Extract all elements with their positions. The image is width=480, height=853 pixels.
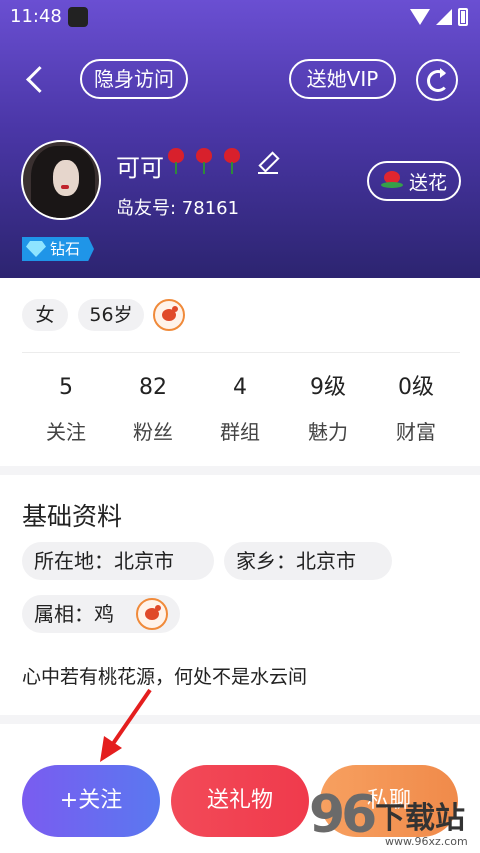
flower-icon (380, 171, 405, 191)
stat-label: 关注 (46, 420, 86, 444)
hometown-chip: 家乡：北京市 (224, 542, 392, 580)
watermark: 96 下载站 www.96xz.com (305, 785, 480, 853)
signal-icon (436, 9, 452, 25)
rose-icon (194, 148, 214, 174)
follow-button[interactable]: +关注 (22, 765, 160, 837)
app-notification-icon (68, 7, 88, 27)
battery-icon (458, 8, 468, 26)
user-id: 岛友号: 78161 (116, 198, 240, 219)
stat-value: 0级 (398, 375, 434, 400)
stat-fans[interactable]: 82 粉丝 (109, 372, 197, 445)
send-flower-label: 送花 (408, 171, 447, 194)
divider (22, 352, 460, 353)
edit-icon[interactable] (258, 152, 278, 174)
stat-charm[interactable]: 9级 魅力 (284, 372, 372, 445)
rooster-icon (153, 299, 185, 331)
back-button[interactable] (22, 62, 52, 98)
location-chip: 所在地：北京市 (22, 542, 214, 580)
section-title: 基础资料 (22, 502, 123, 531)
refresh-icon[interactable] (416, 59, 458, 101)
stat-label: 粉丝 (133, 420, 173, 444)
stat-wealth[interactable]: 0级 财富 (372, 372, 460, 445)
age-tag: 56岁 (78, 299, 144, 331)
status-bar: 11:48 (0, 0, 480, 34)
stat-following[interactable]: 5 关注 (22, 372, 110, 445)
watermark-digits: 96 (309, 785, 377, 845)
send-gift-button[interactable]: 送礼物 (171, 765, 309, 837)
profile-header (0, 0, 480, 278)
stat-label: 魅力 (308, 420, 348, 444)
stat-value: 82 (139, 375, 167, 400)
stat-value: 5 (59, 375, 73, 400)
signature: 心中若有桃花源，何处不是水云间 (22, 666, 308, 688)
watermark-url: www.96xz.com (385, 835, 468, 848)
level-badge: 钻石 (22, 237, 94, 261)
stat-label: 群组 (220, 420, 260, 444)
stat-value: 9级 (310, 375, 346, 400)
rose-icon (166, 148, 186, 174)
rose-badges (166, 148, 242, 174)
nickname: 可可 (116, 154, 164, 182)
level-badge-label: 钻石 (50, 240, 81, 258)
rooster-icon (136, 598, 168, 630)
gender-tag: 女 (22, 299, 68, 331)
status-icons (410, 8, 468, 26)
status-time: 11:48 (10, 6, 62, 27)
rose-icon (222, 148, 242, 174)
watermark-text: 下载站 (375, 801, 465, 836)
send-vip-button[interactable]: 送她VIP (289, 59, 396, 99)
invisible-visit-button[interactable]: 隐身访问 (80, 59, 188, 99)
wifi-icon (410, 9, 430, 25)
stat-value: 4 (233, 375, 247, 400)
stat-label: 财富 (396, 420, 436, 444)
stat-groups[interactable]: 4 群组 (196, 372, 284, 445)
send-flower-button[interactable]: 送花 (367, 161, 461, 201)
avatar[interactable] (21, 140, 101, 220)
diamond-icon (26, 241, 46, 257)
